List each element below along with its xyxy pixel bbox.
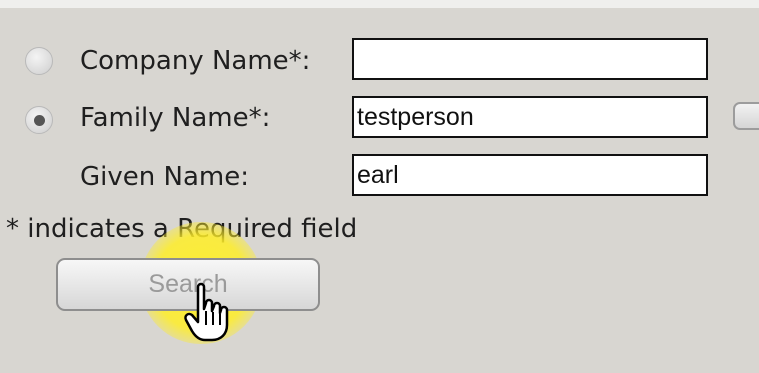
company-name-input[interactable] (352, 38, 708, 80)
company-name-row: Company Name*: (0, 36, 759, 80)
given-name-label: Given Name: (80, 162, 249, 192)
family-name-input[interactable] (352, 96, 708, 138)
company-name-radio[interactable] (25, 47, 53, 75)
radio-selected-dot (34, 115, 45, 126)
top-strip (0, 0, 759, 8)
given-name-input[interactable] (352, 154, 708, 196)
family-name-label: Family Name*: (80, 103, 271, 133)
given-name-row: Given Name: (0, 152, 759, 196)
required-field-note: * indicates a Required field (6, 214, 358, 244)
side-button[interactable] (733, 102, 759, 130)
family-name-radio[interactable] (25, 106, 53, 134)
company-name-label: Company Name*: (80, 46, 311, 76)
family-name-row: Family Name*: (0, 96, 759, 140)
search-button[interactable]: Search (56, 258, 320, 311)
